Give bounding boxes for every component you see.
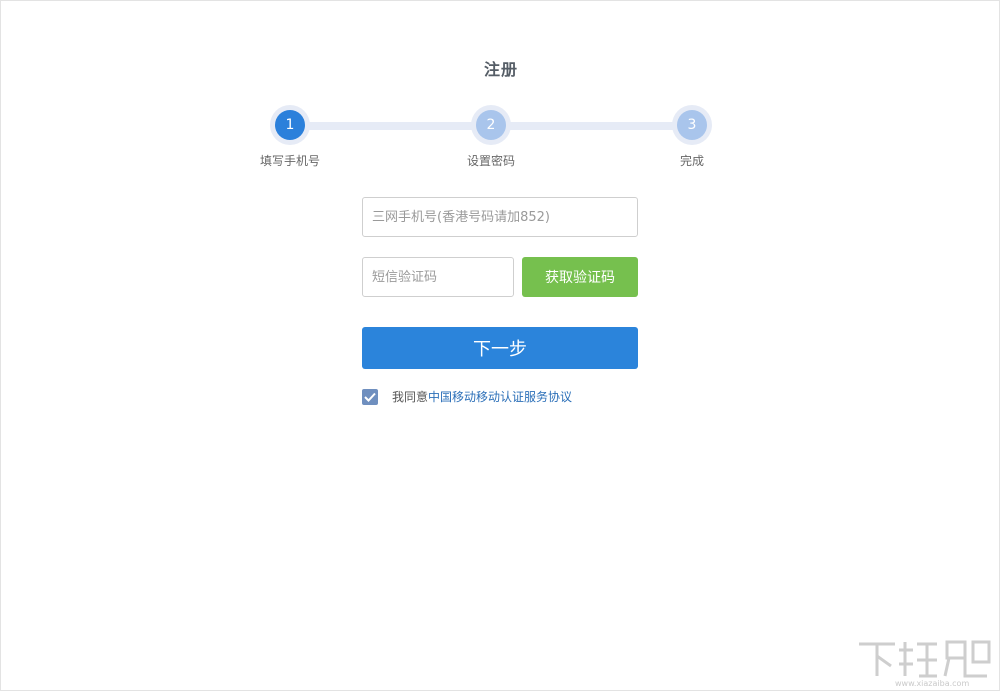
phone-input[interactable] (362, 197, 638, 237)
step-1-label: 填写手机号 (259, 154, 320, 168)
step-1-number: 1 (275, 110, 305, 140)
step-2-label: 设置密码 (466, 154, 515, 168)
step-3-circle: 3 (672, 105, 712, 145)
step-3-number: 3 (677, 110, 707, 140)
watermark-logo: www.xiazaiba.com (855, 636, 993, 688)
checkmark-icon (364, 392, 376, 402)
agreement-prefix: 我同意 (392, 390, 429, 404)
step-3-label: 完成 (679, 154, 704, 168)
agreement-row: 我同意 中国移动移动认证服务协议 (362, 388, 572, 405)
sms-code-input[interactable] (362, 257, 514, 297)
registration-window: 注册 1 2 3 填写手机号 设置密码 完成 获取验证码 下一步 我同意 中国移… (0, 0, 1000, 691)
get-code-button[interactable]: 获取验证码 (522, 257, 638, 297)
step-2-circle: 2 (471, 105, 511, 145)
step-1-circle: 1 (270, 105, 310, 145)
watermark-logo-icon: www.xiazaiba.com (859, 640, 991, 688)
step-2-number: 2 (476, 110, 506, 140)
watermark-url: www.xiazaiba.com (895, 679, 969, 688)
agreement-checkbox[interactable] (362, 388, 378, 405)
next-step-button[interactable]: 下一步 (362, 327, 638, 369)
agreement-link[interactable]: 中国移动移动认证服务协议 (428, 388, 572, 405)
page-title: 注册 (483, 60, 518, 79)
